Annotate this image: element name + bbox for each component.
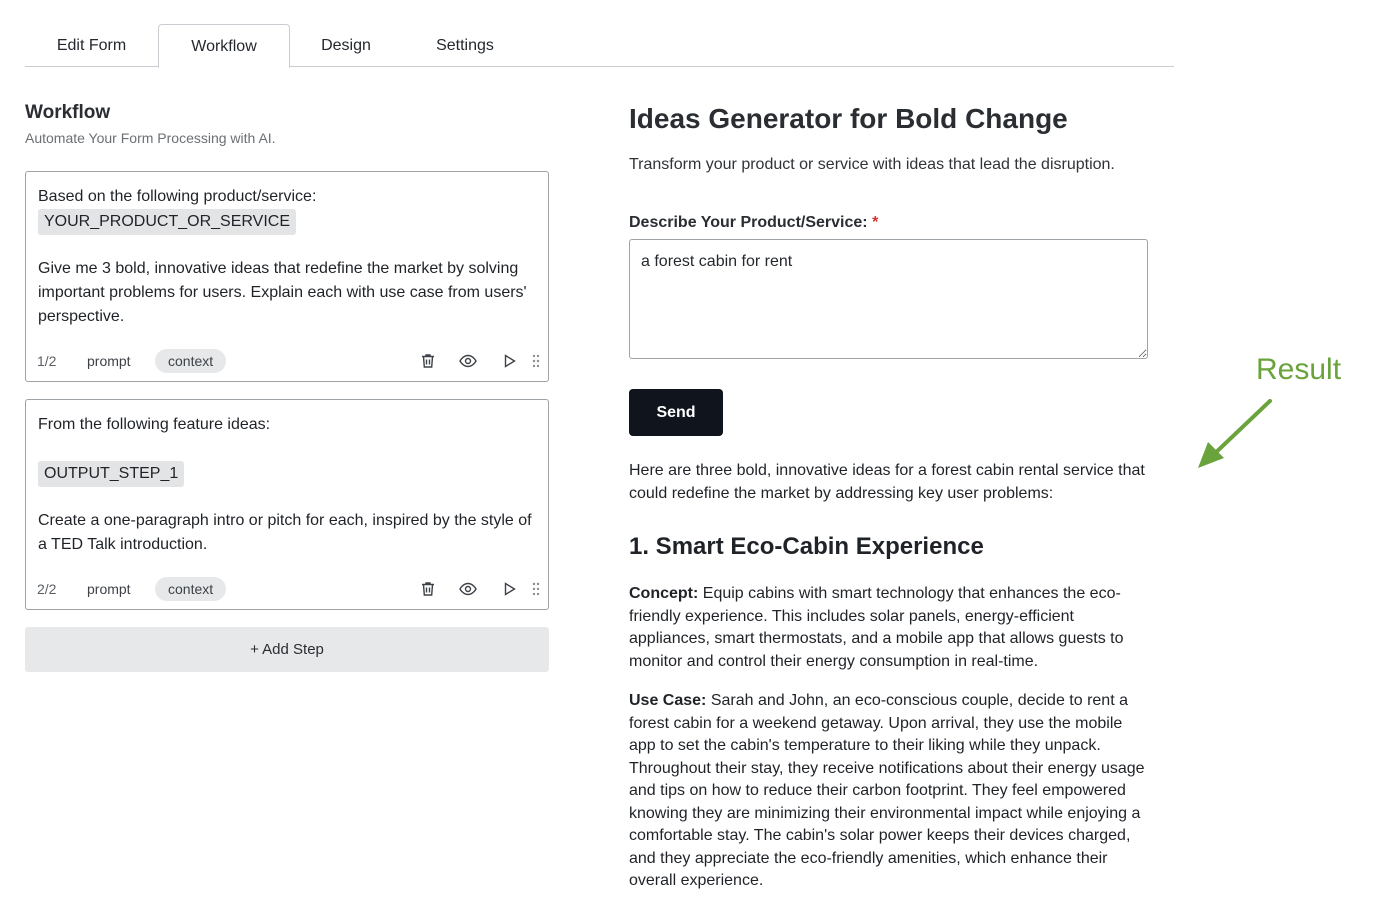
workflow-step-1[interactable]: Based on the following product/service: …	[25, 171, 549, 382]
result-intro: Here are three bold, innovative ideas fo…	[629, 462, 1145, 502]
trash-icon[interactable]	[418, 351, 438, 371]
result-output: Here are three bold, innovative ideas fo…	[629, 460, 1149, 910]
add-step-button[interactable]: + Add Step	[25, 627, 549, 672]
tab-design[interactable]: Design	[290, 24, 402, 67]
step-instruction: Give me 3 bold, innovative ideas that re…	[38, 260, 527, 325]
tab-edit-form[interactable]: Edit Form	[25, 24, 158, 67]
workflow-subtitle: Automate Your Form Processing with AI.	[25, 130, 276, 146]
variable-chip: YOUR_PRODUCT_OR_SERVICE	[38, 209, 296, 235]
product-description-input[interactable]: a forest cabin for rent	[629, 239, 1148, 359]
step-prompt-text[interactable]: Based on the following product/service: …	[38, 185, 538, 329]
workflow-step-2[interactable]: From the following feature ideas: OUTPUT…	[25, 399, 549, 610]
send-button[interactable]: Send	[629, 389, 723, 436]
concept-label: Concept:	[629, 585, 699, 602]
annotation-arrow-icon	[1198, 399, 1272, 468]
step-line: Based on the following product/service:	[38, 188, 317, 205]
result-concept: Concept: Equip cabins with smart technol…	[629, 583, 1149, 673]
context-toggle[interactable]: context	[155, 577, 227, 601]
context-toggle[interactable]: context	[155, 349, 227, 373]
drag-handle-icon[interactable]	[530, 351, 550, 371]
tab-settings[interactable]: Settings	[402, 24, 528, 67]
form-title: Ideas Generator for Bold Change	[629, 103, 1068, 134]
play-icon[interactable]	[499, 351, 519, 371]
field-label-text: Describe Your Product/Service:	[629, 214, 868, 231]
prompt-toggle[interactable]: prompt	[74, 577, 144, 601]
step-count: 2/2	[37, 581, 57, 597]
annotation-label: Result	[1256, 353, 1342, 386]
eye-icon[interactable]	[458, 579, 478, 599]
use-case-label: Use Case:	[629, 692, 707, 709]
eye-icon[interactable]	[458, 351, 478, 371]
step-count: 1/2	[37, 353, 57, 369]
prompt-toggle[interactable]: prompt	[74, 349, 144, 373]
drag-handle-icon[interactable]	[530, 579, 550, 599]
required-mark: *	[872, 214, 879, 231]
field-label: Describe Your Product/Service: *	[629, 214, 878, 232]
step-instruction: Create a one-paragraph intro or pitch fo…	[38, 512, 532, 553]
step-line: From the following feature ideas:	[38, 416, 271, 433]
result-use-case: Use Case: Sarah and John, an eco-conscio…	[629, 690, 1149, 893]
step-prompt-text[interactable]: From the following feature ideas: OUTPUT…	[38, 413, 538, 557]
variable-chip: OUTPUT_STEP_1	[38, 461, 185, 487]
play-icon[interactable]	[499, 579, 519, 599]
tab-bar: Edit Form Workflow Design Settings	[25, 24, 1174, 68]
tab-workflow[interactable]: Workflow	[158, 24, 290, 68]
step-footer: 2/2 prompt context	[26, 577, 548, 601]
concept-text: Equip cabins with smart technology that …	[629, 585, 1124, 670]
form-description: Transform your product or service with i…	[629, 156, 1115, 173]
result-heading: 1. Smart Eco-Cabin Experience	[629, 533, 984, 560]
trash-icon[interactable]	[418, 579, 438, 599]
workflow-title: Workflow	[25, 102, 111, 123]
use-case-text: Sarah and John, an eco-conscious couple,…	[629, 692, 1145, 889]
step-footer: 1/2 prompt context	[26, 349, 548, 373]
